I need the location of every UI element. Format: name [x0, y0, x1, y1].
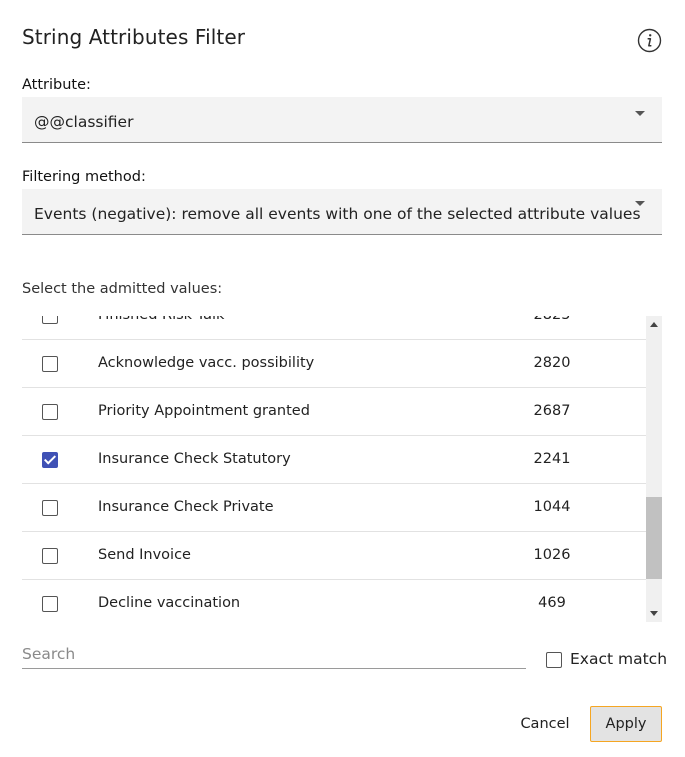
row-label: Priority Appointment granted	[98, 403, 310, 419]
row-count: 2820	[533, 355, 571, 371]
row-checkbox[interactable]	[42, 548, 58, 564]
row-label: Send Invoice	[98, 547, 191, 563]
filtering-method-select[interactable]: Events (negative): remove all events wit…	[22, 189, 662, 235]
values-list-caption: Select the admitted values:	[22, 281, 223, 297]
row-label: Finished Risk Talk	[98, 316, 224, 323]
row-checkbox[interactable]	[42, 404, 58, 420]
values-list-rows: Finished Risk Talk 2825 Acknowledge vacc. …	[22, 316, 647, 622]
scroll-up-arrow-icon[interactable]	[650, 322, 658, 327]
row-count: 2241	[533, 451, 571, 467]
list-item[interactable]: Insurance Check Statutory 2241	[22, 436, 647, 484]
cancel-button[interactable]: Cancel	[508, 706, 582, 742]
search-input[interactable]	[22, 640, 526, 669]
filtering-method-label: Filtering method:	[22, 169, 146, 185]
filtering-method-select-value: Events (negative): remove all events wit…	[34, 205, 641, 223]
attribute-select[interactable]: @@classifier	[22, 97, 662, 143]
row-checkbox[interactable]	[42, 596, 58, 612]
chevron-down-icon	[635, 201, 645, 206]
row-count: 2687	[533, 403, 571, 419]
dialog-title: String Attributes Filter	[22, 25, 246, 49]
chevron-down-icon	[635, 111, 645, 116]
attribute-label: Attribute:	[22, 77, 91, 93]
row-count: 1044	[533, 499, 571, 515]
list-item[interactable]: Send Invoice 1026	[22, 532, 647, 580]
list-item[interactable]: Acknowledge vacc. possibility 2820	[22, 340, 647, 388]
row-label: Acknowledge vacc. possibility	[98, 355, 315, 371]
scroll-down-arrow-icon[interactable]	[650, 611, 658, 616]
row-label: Insurance Check Private	[98, 499, 274, 515]
row-checkbox[interactable]	[42, 452, 58, 468]
list-item[interactable]: Priority Appointment granted 2687	[22, 388, 647, 436]
row-count: 1026	[533, 547, 571, 563]
list-item[interactable]: Finished Risk Talk 2825	[22, 316, 647, 340]
scrollbar-thumb[interactable]	[646, 497, 662, 579]
row-label: Decline vaccination	[98, 595, 241, 611]
row-count: 469	[538, 595, 566, 611]
row-checkbox[interactable]	[42, 356, 58, 372]
row-count: 2825	[522, 316, 582, 323]
list-item[interactable]: Insurance Check Private 1044	[22, 484, 647, 532]
attribute-select-value: @@classifier	[34, 113, 134, 131]
values-list[interactable]: Finished Risk Talk 2825 Acknowledge vacc. …	[22, 316, 647, 622]
exact-match-label[interactable]: Exact match	[570, 650, 667, 668]
apply-button[interactable]: Apply	[590, 706, 662, 742]
values-list-scrollbar[interactable]	[646, 316, 662, 622]
list-item[interactable]: Decline vaccination 469	[22, 580, 647, 622]
info-icon[interactable]	[637, 28, 662, 53]
row-checkbox[interactable]	[42, 500, 58, 516]
row-label: Insurance Check Statutory	[98, 451, 291, 467]
exact-match-checkbox[interactable]	[546, 652, 562, 668]
row-checkbox[interactable]	[42, 316, 58, 324]
